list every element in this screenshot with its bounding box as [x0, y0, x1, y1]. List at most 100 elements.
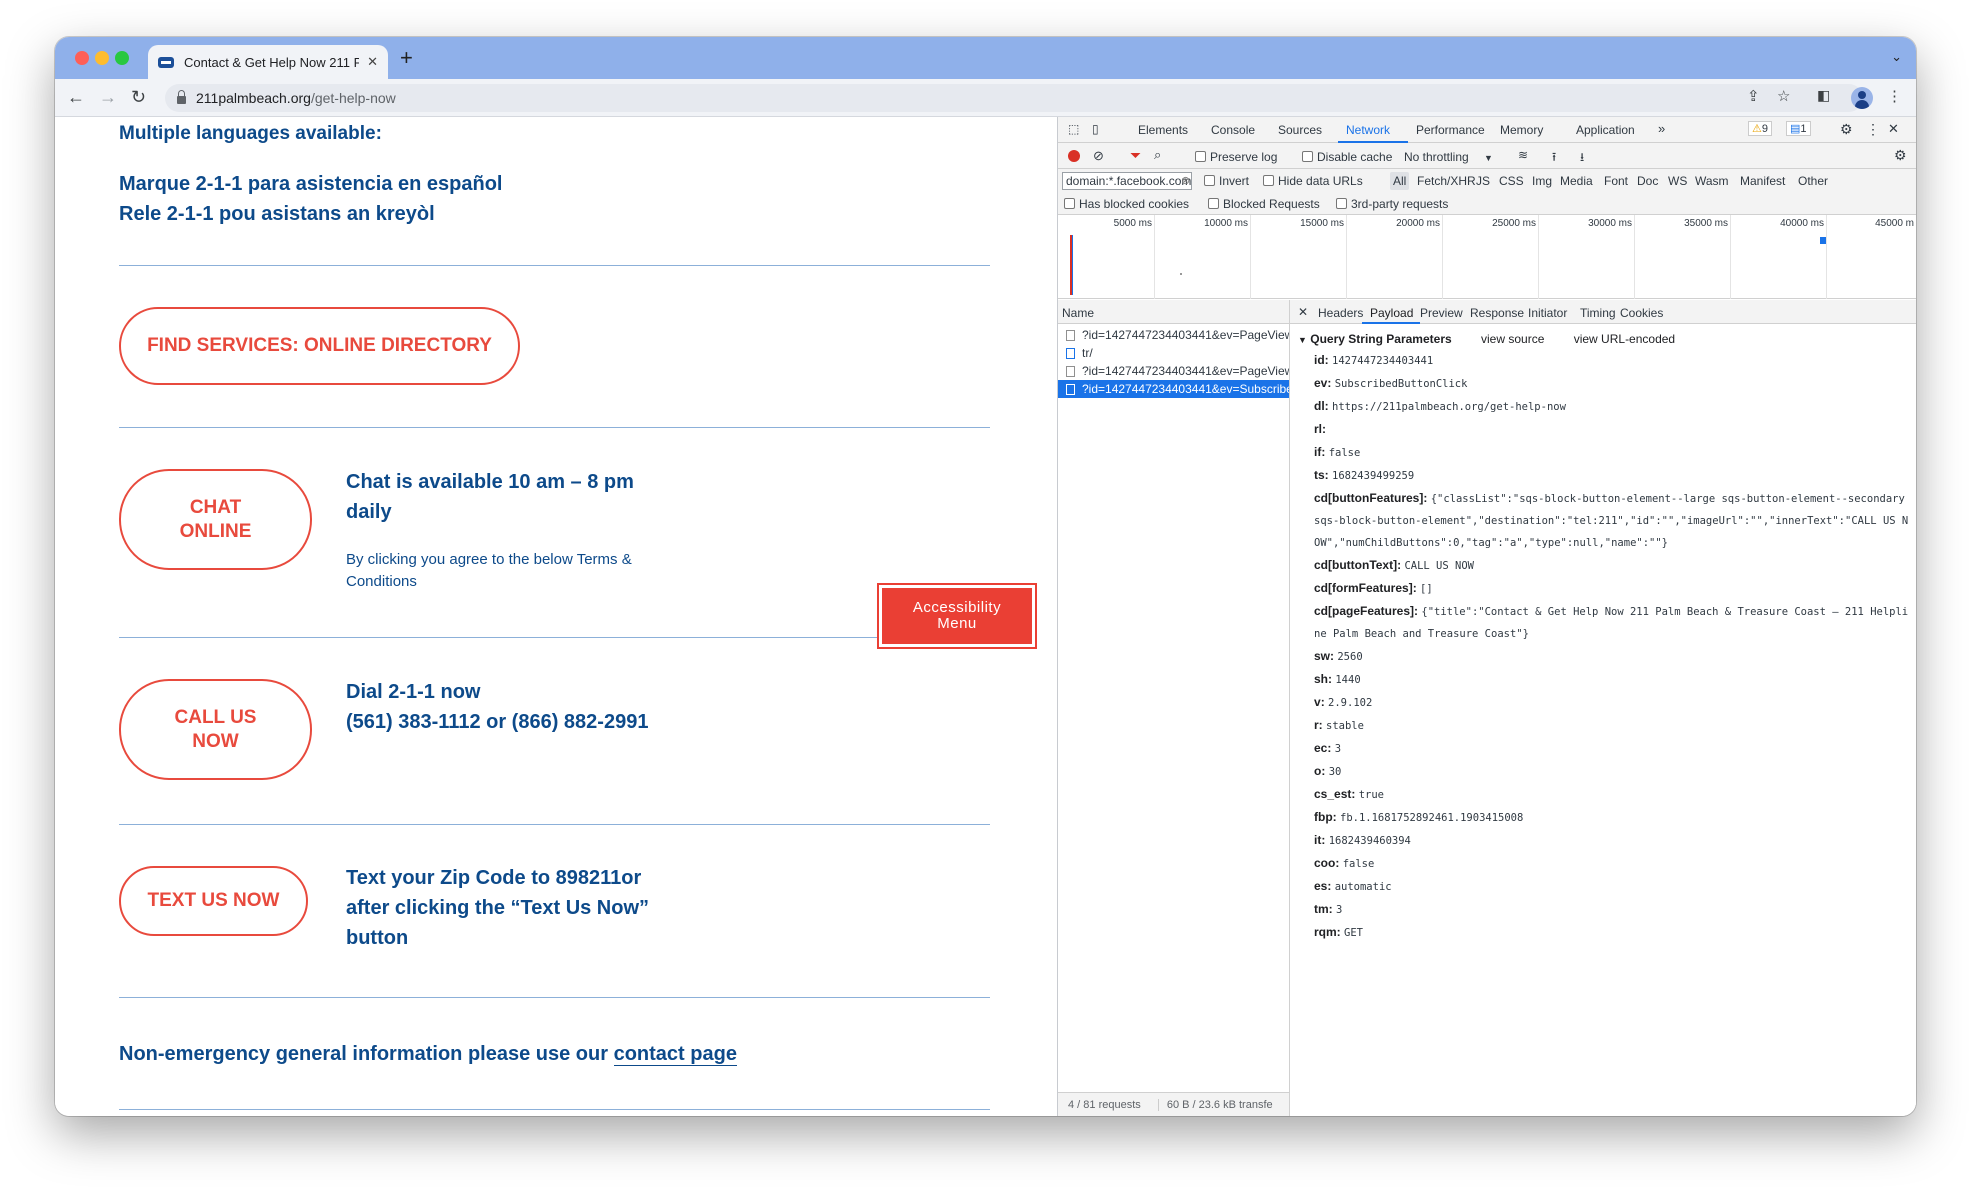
messages-badge[interactable]: ▤1 — [1786, 121, 1811, 136]
call-us-now-button[interactable]: CALL US NOW — [119, 679, 312, 780]
param-row[interactable]: it: 1682439460394 — [1298, 829, 1910, 852]
param-row[interactable]: cd[formFeatures]: [] — [1298, 577, 1910, 600]
tab-performance[interactable]: Performance — [1416, 123, 1485, 137]
request-row[interactable]: ?id=1427447234403441&ev=PageView — [1058, 326, 1289, 344]
minimize-window-button[interactable] — [95, 51, 109, 65]
type-filter-wasm[interactable]: Wasm — [1695, 174, 1729, 188]
preserve-log-checkbox[interactable]: Preserve log — [1195, 150, 1277, 164]
tab-search-chevron-icon[interactable]: ⌄ — [1891, 49, 1902, 65]
param-row[interactable]: dl: https://211palmbeach.org/get-help-no… — [1298, 395, 1910, 418]
param-row[interactable]: rqm: GET — [1298, 921, 1910, 944]
param-row[interactable]: ts: 1682439499259 — [1298, 464, 1910, 487]
find-services-button[interactable]: FIND SERVICES: ONLINE DIRECTORY — [119, 307, 520, 385]
filter-input[interactable]: domain:*.facebook.com — [1062, 172, 1192, 190]
request-row[interactable]: ?id=1427447234403441&ev=PageView — [1058, 362, 1289, 380]
tab-memory[interactable]: Memory — [1500, 123, 1543, 137]
param-row[interactable]: cs_est: true — [1298, 783, 1910, 806]
tab-sources[interactable]: Sources — [1278, 123, 1322, 137]
close-tab-icon[interactable]: ✕ — [367, 54, 378, 70]
text-us-now-button[interactable]: TEXT US NOW — [119, 866, 308, 936]
param-row[interactable]: r: stable — [1298, 714, 1910, 737]
collapse-triangle-icon[interactable]: ▼ — [1298, 335, 1307, 345]
tab-console[interactable]: Console — [1211, 123, 1255, 137]
export-har-icon[interactable]: ⭳ — [1580, 148, 1584, 169]
param-row[interactable]: es: automatic — [1298, 875, 1910, 898]
contact-page-link[interactable]: contact page — [613, 1043, 737, 1066]
third-party-requests-checkbox[interactable]: 3rd-party requests — [1336, 197, 1448, 211]
type-filter-img[interactable]: Img — [1532, 174, 1552, 188]
record-icon[interactable] — [1068, 150, 1080, 162]
type-filter-fetch-xhr[interactable]: Fetch/XHR — [1417, 174, 1476, 188]
close-detail-icon[interactable]: ✕ — [1298, 305, 1308, 319]
chat-online-button[interactable]: CHAT ONLINE — [119, 469, 312, 570]
param-row[interactable]: rl: — [1298, 418, 1910, 441]
clear-icon[interactable]: ⊘ — [1093, 148, 1104, 164]
share-icon[interactable]: ⇪ — [1747, 87, 1760, 105]
detail-tab-cookies[interactable]: Cookies — [1620, 306, 1663, 320]
detail-tab-timing[interactable]: Timing — [1580, 306, 1616, 320]
view-url-encoded-link[interactable]: view URL-encoded — [1574, 332, 1675, 346]
devtools-menu-icon[interactable]: ⋮ — [1866, 121, 1880, 138]
param-row[interactable]: cd[buttonText]: CALL US NOW — [1298, 554, 1910, 577]
warnings-badge[interactable]: ⚠9 — [1748, 121, 1772, 136]
detail-tab-headers[interactable]: Headers — [1318, 306, 1363, 320]
detail-tab-response[interactable]: Response — [1470, 306, 1524, 320]
type-filter-ws[interactable]: WS — [1668, 174, 1687, 188]
param-row[interactable]: fbp: fb.1.1681752892461.1903415008 — [1298, 806, 1910, 829]
request-row[interactable]: tr/ — [1058, 344, 1289, 362]
network-settings-gear-icon[interactable]: ⚙ — [1894, 147, 1907, 164]
settings-gear-icon[interactable]: ⚙ — [1840, 121, 1853, 138]
type-filter-css[interactable]: CSS — [1499, 174, 1524, 188]
param-row[interactable]: coo: false — [1298, 852, 1910, 875]
hide-data-urls-checkbox[interactable]: Hide data URLs — [1263, 174, 1363, 188]
network-conditions-icon[interactable]: ≋ — [1518, 148, 1528, 162]
param-row[interactable]: ec: 3 — [1298, 737, 1910, 760]
filter-icon[interactable]: ⏷ — [1130, 147, 1141, 164]
profile-avatar[interactable] — [1851, 87, 1873, 109]
clear-filter-icon[interactable]: ⊗ — [1181, 174, 1190, 187]
type-filter-doc[interactable]: Doc — [1637, 174, 1658, 188]
tab-network[interactable]: Network — [1346, 123, 1390, 137]
param-row[interactable]: sh: 1440 — [1298, 668, 1910, 691]
device-toolbar-icon[interactable]: ▯ — [1092, 122, 1099, 136]
disable-cache-checkbox[interactable]: Disable cache — [1302, 150, 1392, 164]
new-tab-button[interactable]: + — [400, 46, 413, 70]
detail-tab-payload[interactable]: Payload — [1370, 306, 1413, 320]
param-row[interactable]: cd[pageFeatures]: {"title":"Contact & Ge… — [1298, 600, 1910, 645]
forward-button[interactable]: → — [99, 86, 117, 108]
param-row[interactable]: v: 2.9.102 — [1298, 691, 1910, 714]
search-icon[interactable]: ⌕ — [1154, 147, 1161, 163]
inspect-element-icon[interactable]: ⬚ — [1068, 122, 1079, 136]
type-filter-js[interactable]: JS — [1476, 174, 1490, 188]
param-row[interactable]: o: 30 — [1298, 760, 1910, 783]
has-blocked-cookies-checkbox[interactable]: Has blocked cookies — [1064, 197, 1189, 211]
zoom-window-button[interactable] — [115, 51, 129, 65]
blocked-requests-checkbox[interactable]: Blocked Requests — [1208, 197, 1320, 211]
param-row[interactable]: cd[buttonFeatures]: {"classList":"sqs-bl… — [1298, 487, 1910, 554]
detail-tab-preview[interactable]: Preview — [1420, 306, 1463, 320]
param-row[interactable]: if: false — [1298, 441, 1910, 464]
browser-menu-icon[interactable]: ⋮ — [1887, 87, 1902, 105]
accessibility-menu-button[interactable]: Accessibility Menu — [877, 583, 1037, 649]
side-panel-icon[interactable]: ◧ — [1817, 87, 1830, 104]
section-title[interactable]: Query String Parameters — [1310, 332, 1451, 346]
type-filter-all[interactable]: All — [1390, 172, 1410, 190]
param-row[interactable]: id: 1427447234403441 — [1298, 349, 1910, 372]
bookmark-star-icon[interactable]: ☆ — [1777, 87, 1790, 105]
throttling-select[interactable]: No throttling ▼ — [1404, 150, 1493, 164]
param-row[interactable]: ev: SubscribedButtonClick — [1298, 372, 1910, 395]
reload-button[interactable]: ↻ — [131, 86, 146, 108]
name-column-header[interactable]: Name — [1058, 300, 1289, 324]
network-timeline-overview[interactable]: 5000 ms 10000 ms 15000 ms 20000 ms 25000… — [1058, 215, 1916, 299]
invert-checkbox[interactable]: Invert — [1204, 174, 1249, 188]
detail-tab-initiator[interactable]: Initiator — [1528, 306, 1567, 320]
tab-elements[interactable]: Elements — [1138, 123, 1188, 137]
type-filter-manifest[interactable]: Manifest — [1740, 174, 1785, 188]
more-tabs-icon[interactable]: » — [1658, 121, 1665, 136]
close-devtools-icon[interactable]: ✕ — [1888, 121, 1899, 137]
type-filter-media[interactable]: Media — [1560, 174, 1593, 188]
address-bar[interactable]: 211palmbeach.org/get-help-now — [165, 84, 1863, 112]
import-har-icon[interactable]: ⭱ — [1552, 148, 1556, 169]
close-window-button[interactable] — [75, 51, 89, 65]
param-row[interactable]: sw: 2560 — [1298, 645, 1910, 668]
